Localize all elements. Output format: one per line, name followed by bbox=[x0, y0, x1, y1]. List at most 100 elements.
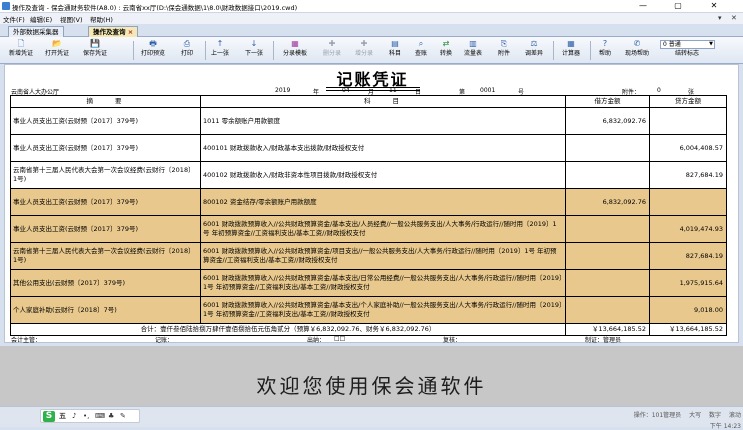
entry-subject[interactable]: 6001 财政拨款预算收入//公共财政预算资金/基本支出/日常公用经费//一般公… bbox=[200, 269, 566, 297]
entry-summary[interactable]: 事业人员支出工资(云财预〔2017〕379号) bbox=[10, 188, 201, 216]
operator-status: 操作：101管理员 bbox=[633, 412, 682, 419]
welcome-text: 欢迎您使用保会通软件 bbox=[256, 374, 487, 398]
entry-subject[interactable]: 400101 财政拨款收入/财政基本支出拨款/财政授权支付 bbox=[200, 134, 566, 162]
print-button[interactable]: ⎙ 打印 bbox=[176, 39, 198, 58]
search-accounts-button[interactable]: ⌕ 查账 bbox=[411, 39, 431, 58]
entry-credit[interactable]: 4,019,474.93 bbox=[649, 215, 727, 243]
button-label: 删分录 bbox=[322, 50, 341, 57]
reviewer-label: 复核： bbox=[443, 337, 462, 344]
entry-summary[interactable]: 事业人员支出工资(云财预〔2017〕379号) bbox=[10, 134, 201, 162]
entry-summary[interactable]: 云南省第十三届人民代表大会第一次会议经费(云财行〔2018〕1号) bbox=[10, 161, 201, 189]
tab-close-icon[interactable]: × bbox=[128, 28, 133, 36]
menu-collapse-icon[interactable]: ▾ bbox=[718, 14, 722, 22]
toolbar-separator bbox=[133, 41, 134, 60]
entry-credit[interactable]: 9,018.00 bbox=[649, 296, 727, 324]
entry-summary[interactable]: 云南省第十三届人民代表大会第一次会议经费(云财行〔2018〕1号) bbox=[10, 242, 201, 270]
close-button[interactable]: ✕ bbox=[700, 0, 728, 12]
caps-status: 大写 bbox=[689, 412, 702, 419]
new-voucher-button[interactable]: 🗋 新增凭证 bbox=[6, 39, 36, 58]
voucher-entry-row[interactable]: 云南省第十三届人民代表大会第一次会议经费(云财行〔2018〕1号) 6001 财政… bbox=[10, 242, 727, 270]
carry-over-flag-button[interactable]: 结转标志 bbox=[671, 48, 703, 58]
voucher-entry-row[interactable]: 个人家庭补助(云财行〔2018〕7号) 6001 财政拨款预算收入//公共财政预算… bbox=[10, 296, 727, 324]
button-label: 调差异 bbox=[524, 50, 543, 57]
ime-keyboard-icon[interactable]: ⌨ bbox=[95, 412, 105, 421]
voucher-entry-row[interactable]: 事业人员支出工资(云财预〔2017〕379号) 1011 零余额账户用款额度 6,8… bbox=[10, 107, 727, 135]
voucher-entry-row[interactable]: 事业人员支出工资(云财预〔2017〕379号) 800102 资金结存/零余额账户… bbox=[10, 188, 727, 216]
onsite-help-button[interactable]: ✆ 现场帮助 bbox=[622, 39, 652, 58]
entry-subject[interactable]: 800102 资金结存/零余额账户用款额度 bbox=[200, 188, 566, 216]
open-voucher-button[interactable]: 📂 打开凭证 bbox=[42, 39, 72, 58]
voucher-entry-row[interactable]: 其他公用支出(云财预〔2017〕379号) 6001 财政拨款预算收入//公共财政… bbox=[10, 269, 727, 297]
voucher-entry-row[interactable]: 事业人员支出工资(云财预〔2017〕379号) 6001 财政拨款预算收入//公共… bbox=[10, 215, 727, 243]
input-method-bar[interactable]: S 五 ♪ •, ⌨ ♣ ✎ bbox=[40, 409, 140, 423]
voucher-entry-row[interactable]: 云南省第十三届人民代表大会第一次会议经费(云财行〔2018〕1号) 400102 … bbox=[10, 161, 727, 189]
help-button[interactable]: ? 帮助 bbox=[595, 39, 615, 58]
standard-select[interactable]: 0 普通 ▼ bbox=[660, 40, 715, 49]
cashier-checkboxes[interactable]: □□ bbox=[334, 335, 345, 342]
voucher-year: 2019 bbox=[275, 87, 291, 94]
ime-tools-icon[interactable]: ✎ bbox=[120, 412, 126, 421]
entry-credit[interactable] bbox=[649, 107, 727, 135]
delete-entry-button[interactable]: ✚ 删分录 bbox=[320, 39, 344, 58]
entry-debit[interactable] bbox=[565, 269, 650, 297]
menu-edit[interactable]: 编辑(E) bbox=[30, 14, 52, 24]
menu-help[interactable]: 帮助(H) bbox=[90, 14, 113, 24]
entry-debit[interactable] bbox=[565, 296, 650, 324]
entry-debit[interactable]: 6,832,092.76 bbox=[565, 107, 650, 135]
adjust-difference-button[interactable]: ⚖ 调差异 bbox=[522, 39, 546, 58]
subject-button[interactable]: ▤ 科目 bbox=[385, 39, 405, 58]
tab-external-data[interactable]: 外部数据采集器 bbox=[8, 26, 64, 37]
entry-template-button[interactable]: ▦ 分录模板 bbox=[280, 39, 310, 58]
entry-credit[interactable]: 1,975,915.64 bbox=[649, 269, 727, 297]
button-label: 上一张 bbox=[210, 50, 229, 57]
entry-debit[interactable] bbox=[565, 215, 650, 243]
entry-subject[interactable]: 400102 财政拨款收入/财政非资本性项目拨款/财政授权支付 bbox=[200, 161, 566, 189]
ime-mode[interactable]: 五 bbox=[59, 412, 66, 421]
entry-credit[interactable] bbox=[649, 188, 727, 216]
next-voucher-button[interactable]: ↓ 下一张 bbox=[242, 39, 266, 58]
calculator-button[interactable]: ▦ 计算器 bbox=[558, 39, 584, 58]
maximize-button[interactable]: ▢ bbox=[664, 0, 692, 12]
entry-summary[interactable]: 事业人员支出工资(云财预〔2017〕379号) bbox=[10, 107, 201, 135]
up-arrow-icon: ↑ bbox=[216, 39, 224, 48]
ime-sound-icon[interactable]: ♪ bbox=[72, 412, 76, 421]
entry-debit[interactable] bbox=[565, 242, 650, 270]
entry-debit[interactable] bbox=[565, 161, 650, 189]
menu-file[interactable]: 文件(F) bbox=[3, 14, 25, 24]
entry-summary[interactable]: 事业人员支出工资(云财预〔2017〕379号) bbox=[10, 215, 201, 243]
tab-operation-query[interactable]: 操作及查询 × bbox=[88, 26, 139, 37]
entry-subject[interactable]: 6001 财政拨款预算收入//公共财政预算资金/基本支出/个人家庭补助//一般公… bbox=[200, 296, 566, 324]
entry-summary[interactable]: 其他公用支出(云财预〔2017〕379号) bbox=[10, 269, 201, 297]
tab-label: 操作及查询 bbox=[93, 28, 126, 36]
voucher-entry-row[interactable]: 事业人员支出工资(云财预〔2017〕379号) 400101 财政拨款收入/财政基… bbox=[10, 134, 727, 162]
entry-credit[interactable]: 827,684.19 bbox=[649, 161, 727, 189]
ime-punctuation-icon[interactable]: •, bbox=[83, 412, 89, 421]
menu-bar: 文件(F) 编辑(E) 视图(V) 帮助(H) ▾ ✕ bbox=[0, 13, 743, 24]
entry-subject[interactable]: 1011 零余额账户用款额度 bbox=[200, 107, 566, 135]
print-preview-icon: 🖶 bbox=[149, 39, 157, 48]
menu-view[interactable]: 视图(V) bbox=[60, 14, 83, 24]
entry-credit[interactable]: 827,684.19 bbox=[649, 242, 727, 270]
ime-skin-icon[interactable]: ♣ bbox=[108, 412, 114, 421]
attachment-button[interactable]: ⎘ 附件 bbox=[494, 39, 514, 58]
previous-voucher-button[interactable]: ↑ 上一张 bbox=[208, 39, 232, 58]
entry-subject[interactable]: 6001 财政拨款预算收入//公共财政预算资金/项目支出//一般公共服务支出/人… bbox=[200, 242, 566, 270]
add-entry-button[interactable]: ✚ 增分录 bbox=[352, 39, 376, 58]
entry-subject[interactable]: 6001 财政拨款预算收入//公共财政预算资金/基本支出/人员经费//一般公共服… bbox=[200, 215, 566, 243]
toolbar-separator bbox=[273, 41, 274, 60]
minimize-button[interactable]: — bbox=[629, 0, 657, 12]
adjust-icon: ⚖ bbox=[530, 39, 538, 48]
status-info: 操作：101管理员 大写 数字 滚动 下午 14:23 bbox=[628, 410, 741, 430]
title-bar: 操作及查询 - 保会通财务软件(A8.0) : 云南省xx厅(D:\保会通数据\… bbox=[0, 0, 743, 13]
entry-debit[interactable] bbox=[565, 134, 650, 162]
save-voucher-button[interactable]: 💾 保存凭证 bbox=[80, 39, 110, 58]
entry-summary[interactable]: 个人家庭补助(云财行〔2018〕7号) bbox=[10, 296, 201, 324]
supervisor-label: 会计主管： bbox=[11, 337, 42, 344]
print-preview-button[interactable]: 🖶 打印预览 bbox=[138, 39, 168, 58]
entry-credit[interactable]: 6,004,408.57 bbox=[649, 134, 727, 162]
convert-button[interactable]: ⇄ 转换 bbox=[436, 39, 456, 58]
entry-debit[interactable]: 6,832,092.76 bbox=[565, 188, 650, 216]
voucher-entries: 事业人员支出工资(云财预〔2017〕379号) 1011 零余额账户用款额度 6,8… bbox=[10, 107, 727, 324]
menu-close-icon[interactable]: ✕ bbox=[731, 14, 737, 22]
flow-table-button[interactable]: ▥ 流量表 bbox=[461, 39, 485, 58]
